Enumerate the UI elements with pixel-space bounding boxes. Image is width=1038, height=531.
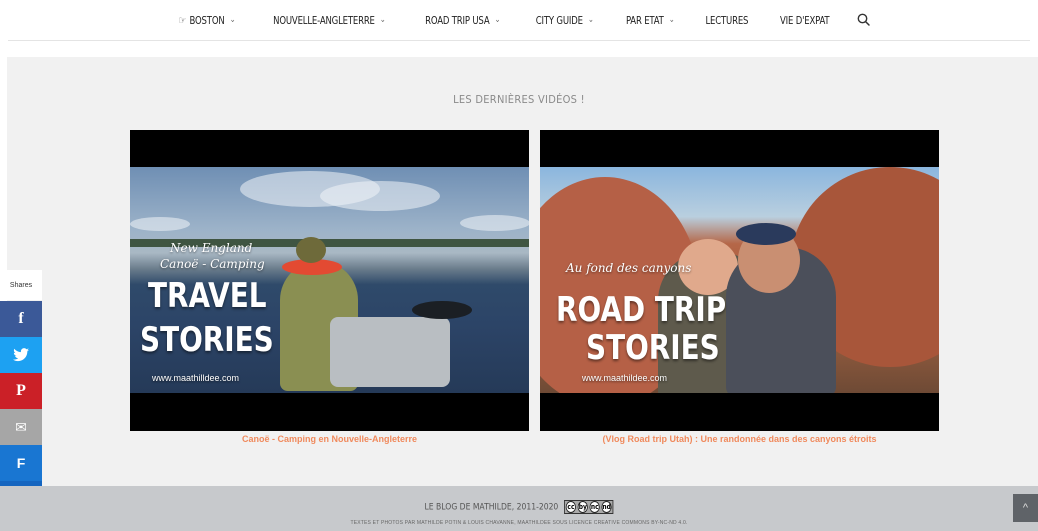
chevron-down-icon: ⌄ xyxy=(587,15,594,25)
video-title-line2: STORIES xyxy=(140,320,274,360)
creative-commons-badge[interactable]: cc by nc nd xyxy=(564,500,614,514)
nav-item-label: BOSTON xyxy=(189,13,225,27)
cap xyxy=(736,223,796,245)
nav-item-par-etat[interactable]: PAR ETAT ⌄ xyxy=(616,14,685,27)
video-subtitle-line1: Au fond des canyons xyxy=(566,261,692,275)
flipboard-share-button[interactable]: F xyxy=(0,445,42,481)
video-scene-lake: New England Canoë - Camping TRAVEL STORI… xyxy=(130,167,529,393)
search-icon[interactable] xyxy=(852,8,876,32)
chevron-down-icon: ⌄ xyxy=(230,15,236,25)
nav-menu: ☞ BOSTON ⌄ NOUVELLE-ANGLETERRE ⌄ ROAD TR… xyxy=(0,0,1038,40)
cc-nc-icon: nc xyxy=(589,501,600,513)
cloud xyxy=(130,217,190,231)
video-watermark-url: www.maathildee.com xyxy=(582,373,668,383)
nav-item-label: PAR ETAT xyxy=(625,13,664,27)
footer-license-text: TEXTES ET PHOTOS PAR MATHILDE POTIN & LO… xyxy=(350,520,688,526)
video-title-line1: TRAVEL xyxy=(148,276,267,316)
back-to-top-button[interactable]: ^ xyxy=(1013,494,1038,522)
video-title-line1: ROAD TRIP xyxy=(556,290,727,330)
top-navigation: ☞ BOSTON ⌄ NOUVELLE-ANGLETERRE ⌄ ROAD TR… xyxy=(0,0,1038,48)
chevron-down-icon: ⌄ xyxy=(494,15,501,25)
nav-item-label: VIE D'EXPAT xyxy=(780,13,830,27)
nav-item-road-trip-usa[interactable]: ROAD TRIP USA ⌄ xyxy=(415,14,511,27)
envelope-icon: ✉ xyxy=(15,418,27,435)
chevron-down-icon: ⌄ xyxy=(668,15,675,25)
cloud xyxy=(460,215,529,231)
video-caption-link[interactable]: (Vlog Road trip Utah) : Une randonnée da… xyxy=(540,434,939,444)
video-subtitle-line1: New England xyxy=(170,241,253,255)
video-title-line2: STORIES xyxy=(586,328,720,368)
cc-nd-icon: nd xyxy=(601,501,612,513)
video-subtitle-line2: Canoë - Camping xyxy=(160,257,265,271)
video-caption-link[interactable]: Canoë - Camping en Nouvelle-Angleterre xyxy=(130,434,529,444)
paddle-blade xyxy=(412,301,472,319)
nav-item-city-guide[interactable]: CITY GUIDE ⌄ xyxy=(525,14,604,27)
paddler-head xyxy=(296,237,326,263)
facebook-icon: f xyxy=(18,310,24,327)
section-title: LES DERNIÈRES VIDÉOS ! xyxy=(453,93,585,106)
nav-item-lectures[interactable]: LECTURES xyxy=(696,14,759,27)
nav-item-label: NOUVELLE-ANGLETERRE xyxy=(273,13,376,27)
footer-copyright-text: LE BLOG DE MATHILDE, 2011-2020 xyxy=(424,502,559,513)
nav-item-label: ROAD TRIP USA xyxy=(425,13,490,27)
facebook-share-button[interactable]: f xyxy=(0,301,42,337)
nav-item-label: CITY GUIDE xyxy=(535,13,583,27)
nav-item-boston[interactable]: ☞ BOSTON ⌄ xyxy=(169,14,246,27)
chevron-up-icon: ^ xyxy=(1022,502,1029,514)
nav-item-vie-d-expat[interactable]: VIE D'EXPAT xyxy=(770,14,840,27)
twitter-icon xyxy=(13,348,29,362)
video-scene-canyon: Au fond des canyons ROAD TRIP STORIES ww… xyxy=(540,167,939,393)
cc-by-icon: by xyxy=(577,501,588,513)
video-watermark-url: www.maathilldee.com xyxy=(152,373,240,383)
shares-label: Shares xyxy=(0,270,42,300)
pinterest-icon: P xyxy=(16,382,26,399)
nav-item-nouvelle-angleterre[interactable]: NOUVELLE-ANGLETERRE ⌄ xyxy=(263,14,396,27)
video-thumbnail-canoe[interactable]: New England Canoë - Camping TRAVEL STORI… xyxy=(130,130,529,431)
flipboard-icon: F xyxy=(16,455,26,471)
chevron-down-icon: ⌄ xyxy=(380,15,386,25)
pinterest-share-button[interactable]: P xyxy=(0,373,42,409)
nav-item-label: LECTURES xyxy=(705,13,749,27)
cloud xyxy=(320,181,440,211)
video-thumbnail-canyon[interactable]: Au fond des canyons ROAD TRIP STORIES ww… xyxy=(540,130,939,431)
pointing-hand-icon: ☞ xyxy=(178,13,187,27)
footer-copyright: LE BLOG DE MATHILDE, 2011-2020 cc by nc … xyxy=(78,500,960,514)
canoe-gear xyxy=(330,317,450,387)
cc-icon: cc xyxy=(565,501,577,513)
twitter-share-button[interactable] xyxy=(0,337,42,373)
nav-divider xyxy=(8,40,1030,41)
email-share-button[interactable]: ✉ xyxy=(0,409,42,445)
